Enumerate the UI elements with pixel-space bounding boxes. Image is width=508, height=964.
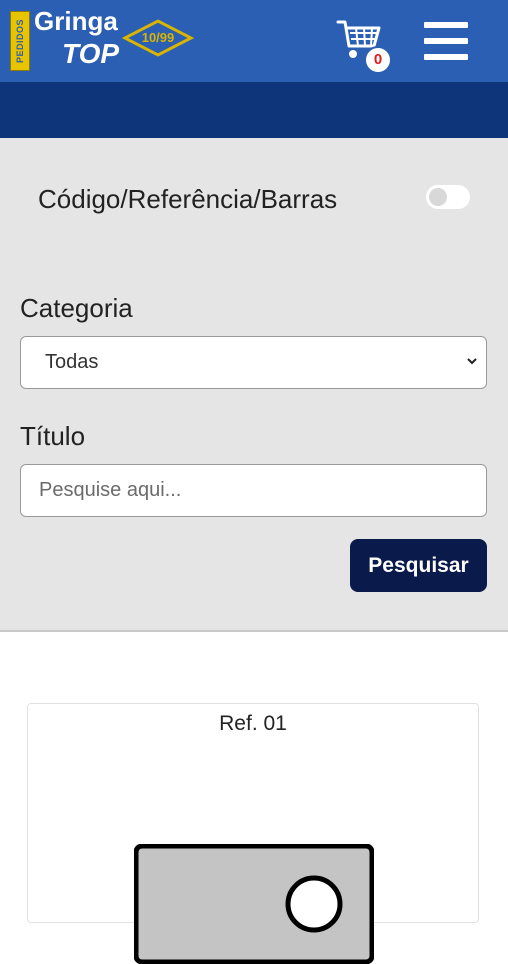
chevron-down-icon xyxy=(467,358,477,365)
image-placeholder-icon xyxy=(134,844,374,964)
category-label: Categoria xyxy=(20,293,133,323)
title-search-input[interactable] xyxy=(20,464,487,517)
brand-logo[interactable]: PEDIDOS Gringa TOP 10/99 xyxy=(8,6,198,74)
menu-bar xyxy=(424,38,468,44)
menu-bar xyxy=(424,22,468,28)
search-panel: Código/Referência/Barras Categoria Todas… xyxy=(0,138,508,632)
logo-badge: 10/99 xyxy=(121,18,195,58)
hamburger-menu-icon[interactable] xyxy=(424,22,468,60)
menu-bar xyxy=(424,54,468,60)
logo-badge-text: 10/99 xyxy=(141,30,175,45)
logo-text-gringa: Gringa xyxy=(34,6,118,36)
product-ref: Ref. 01 xyxy=(219,712,287,735)
category-selected-value: Todas xyxy=(45,351,99,373)
cart-button[interactable]: 0 xyxy=(336,18,396,74)
logo-side-tab: PEDIDOS xyxy=(10,11,30,71)
search-button[interactable]: Pesquisar xyxy=(350,539,487,592)
logo-side-text: PEDIDOS xyxy=(15,18,25,64)
code-search-label: Código/Referência/Barras xyxy=(38,184,338,214)
toggle-knob xyxy=(429,188,447,206)
category-select[interactable]: Todas xyxy=(20,336,487,389)
cart-count-badge: 0 xyxy=(364,46,392,74)
title-label: Título xyxy=(20,421,86,451)
product-card[interactable]: Ref. 01 xyxy=(27,703,479,964)
header-subbar xyxy=(0,82,508,138)
code-search-toggle[interactable] xyxy=(426,185,470,209)
logo-text-top: TOP xyxy=(62,38,120,69)
app-header: PEDIDOS Gringa TOP 10/99 0 xyxy=(0,0,508,82)
